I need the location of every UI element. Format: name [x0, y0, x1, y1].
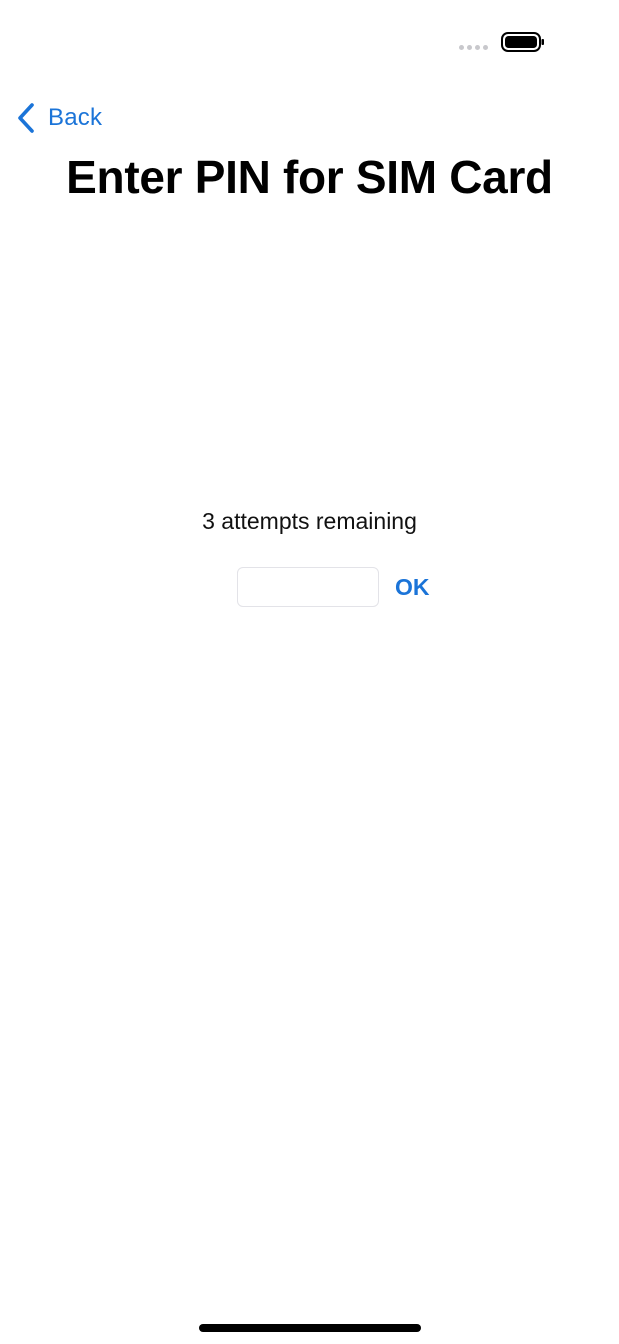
cellular-signal-icon	[459, 45, 488, 50]
status-bar	[0, 0, 619, 80]
battery-icon	[501, 32, 544, 52]
pin-entry-row: OK	[237, 565, 430, 609]
chevron-left-icon	[18, 103, 34, 133]
page-title: Enter PIN for SIM Card	[66, 151, 553, 203]
back-label: Back	[48, 104, 103, 131]
attempts-remaining-text: 3 attempts remaining	[202, 508, 417, 534]
back-button[interactable]: Back	[16, 100, 102, 136]
home-indicator[interactable]	[199, 1324, 421, 1332]
pin-input[interactable]	[237, 567, 379, 607]
ok-button[interactable]: OK	[395, 574, 430, 601]
